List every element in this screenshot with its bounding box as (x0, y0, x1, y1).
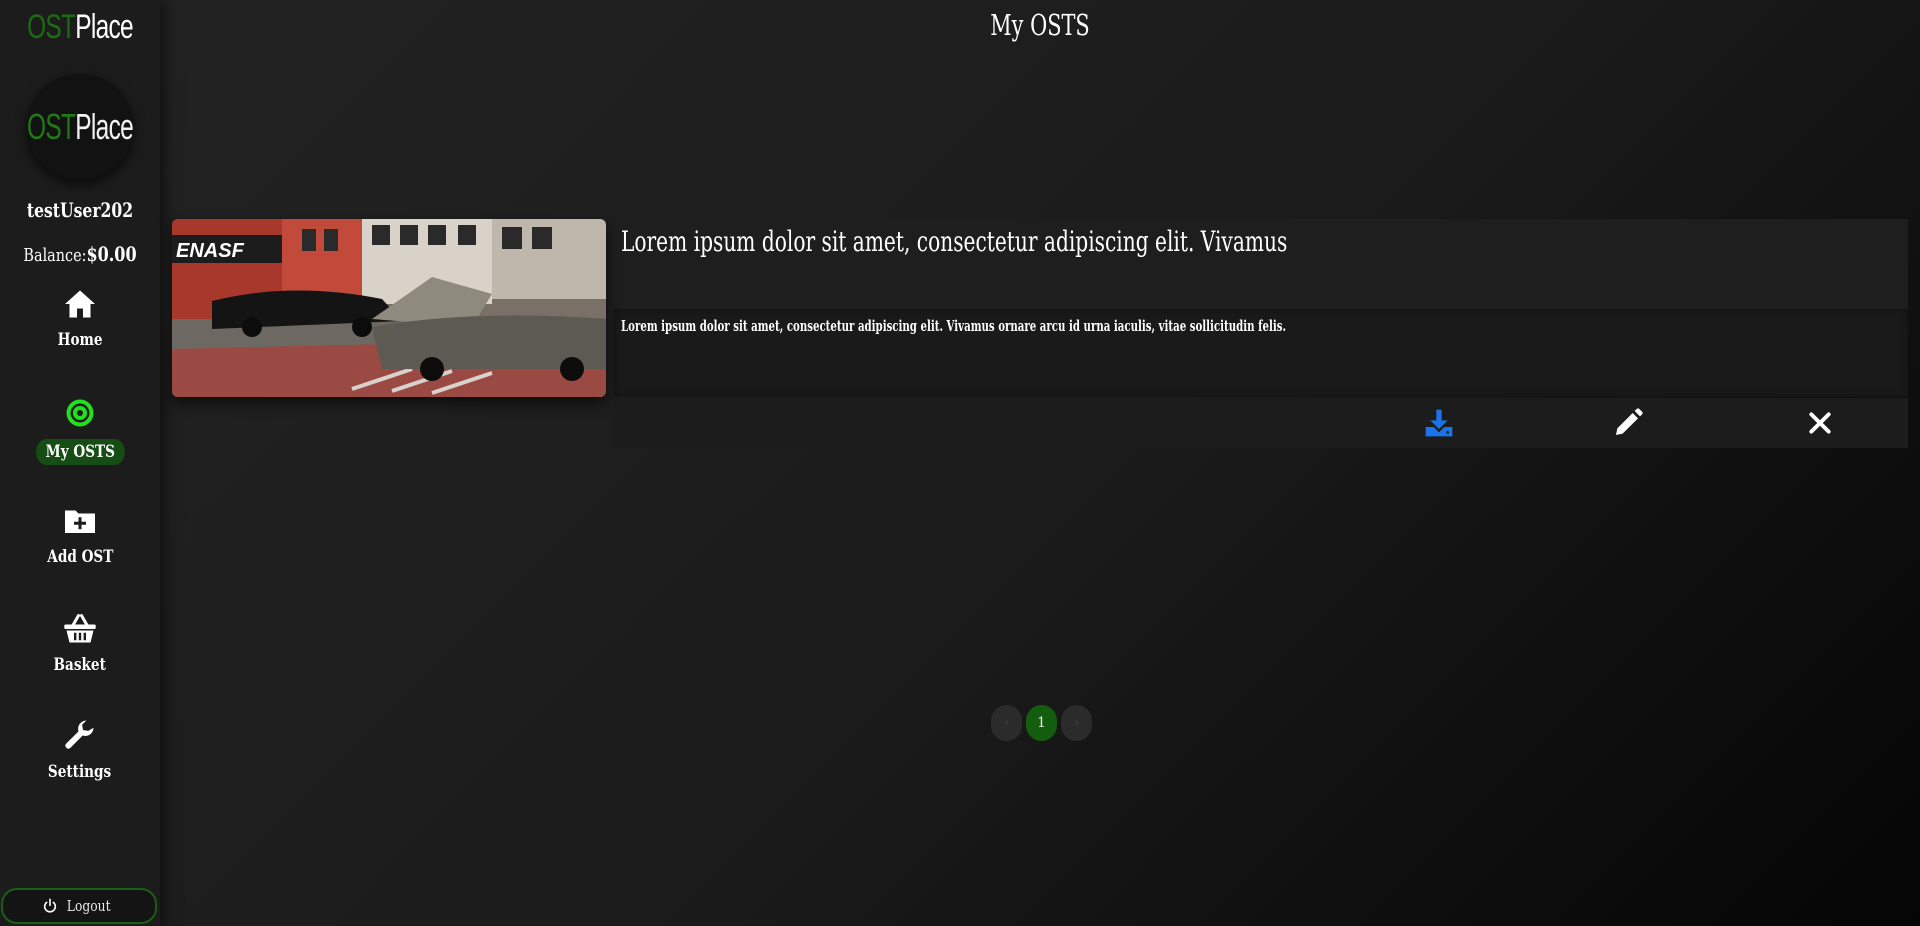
page-number-button[interactable]: 1 (1026, 705, 1057, 741)
balance-label: Balance: (23, 245, 87, 266)
brand-logo[interactable]: OSTPlace (22, 8, 137, 47)
username: testUser202 (26, 198, 134, 222)
nav-item-my-osts[interactable]: My OSTS (0, 395, 160, 465)
edit-button[interactable] (1608, 403, 1648, 443)
nav-item-basket[interactable]: Basket (0, 611, 160, 675)
disc-icon (66, 399, 94, 427)
avatar-logo: OSTPlace (26, 106, 134, 148)
balance-value: $0.00 (86, 242, 137, 266)
ost-card: ENASF Lorem ipsum dolor sit amet, consec… (172, 219, 1908, 397)
nav-item-label: Add OST (46, 547, 114, 567)
nav-item-label: Home (57, 330, 103, 350)
page-title: My OSTS (990, 8, 1090, 42)
nav-item-add-ost[interactable]: Add OST (0, 503, 160, 567)
brand-ost-text: OST (27, 8, 76, 46)
basket-icon (64, 614, 96, 643)
wrench-icon (65, 720, 94, 749)
avatar[interactable]: OSTPlace (26, 74, 134, 180)
ost-cover-image[interactable]: ENASF (172, 219, 606, 397)
logout-label: Logout (67, 897, 111, 915)
ost-description-box: Lorem ipsum dolor sit amet, consectetur … (613, 309, 1908, 397)
next-page-button[interactable]: › (1061, 705, 1092, 741)
avatar-place-text: Place (75, 106, 134, 147)
ost-description: Lorem ipsum dolor sit amet, consectetur … (621, 317, 1287, 335)
close-icon (1809, 412, 1831, 434)
store-sign-text: ENASF (176, 240, 245, 262)
download-button[interactable] (1419, 403, 1459, 443)
nav-item-label: Settings (48, 762, 112, 782)
power-icon (44, 898, 57, 913)
download-icon (1425, 409, 1453, 437)
sidebar: OSTPlace OSTPlace testUser202 Balance:$0… (0, 0, 160, 926)
home-icon (65, 290, 95, 318)
nav-item-label: Basket (53, 655, 107, 675)
pencil-icon (1616, 408, 1643, 435)
ost-title[interactable]: Lorem ipsum dolor sit amet, consectetur … (621, 225, 1287, 258)
balance: Balance:$0.00 (16, 242, 144, 266)
brand-place-text: Place (75, 8, 133, 46)
nav-item-settings[interactable]: Settings (0, 718, 160, 782)
folder-plus-icon (65, 510, 95, 533)
nav-item-home[interactable]: Home (0, 286, 160, 350)
ost-actions-bar (612, 398, 1908, 448)
street-cars-image: ENASF (172, 219, 606, 397)
avatar-ost-text: OST (26, 106, 76, 147)
nav-item-label: My OSTS (35, 439, 125, 465)
previous-page-button[interactable]: ‹ (991, 705, 1022, 741)
pagination: ‹ 1 › (991, 705, 1092, 741)
delete-button[interactable] (1800, 403, 1840, 443)
logout-button[interactable]: Logout (1, 888, 157, 924)
